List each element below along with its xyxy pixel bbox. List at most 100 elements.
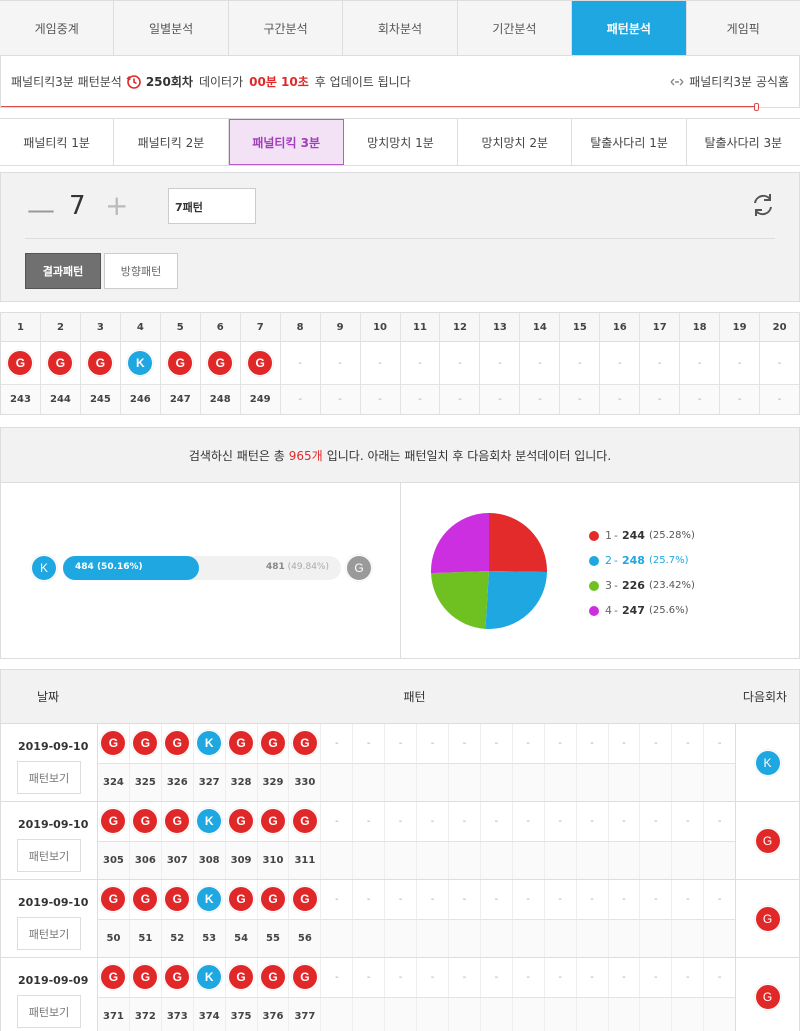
grid-header-row: 1 2 3 4 5 6 7 8 9 10 11 12 13 14 15 16 17 18 19 20 [1,313,799,342]
result-round-cell [609,997,641,1031]
summary-pre: 검색하신 패턴은 총 [188,448,285,463]
tab-daily-analysis[interactable]: 일별분석 [114,1,229,55]
round-number: 311 [294,854,316,866]
decrease-button[interactable]: — [27,193,55,226]
result-round-cell: 310 [258,841,290,879]
tab-pattern-analysis[interactable]: 패턴분석 [572,1,687,55]
result-ball-cell: G [162,802,194,841]
grid-ball-cell: G [161,342,201,384]
round-number: 374 [198,1010,220,1022]
summary-post: 입니다. 아래는 패턴일치 후 다음회차 분석데이터 입니다. [326,448,612,463]
result-round-row: 324 325 326 327 328 329 330 [98,762,735,802]
grid-round-cell: - [720,385,761,414]
tab-game-live[interactable]: 게임중계 [0,1,115,55]
result-ball-cell: - [449,802,481,841]
result-ball-cell: - [385,724,418,763]
result-ball-cell: G [162,880,194,919]
result-date: 2019-09-10 [18,740,89,753]
result-ball-cell: - [417,880,449,919]
result-round-cell [321,763,354,801]
result-ball-cell: - [417,724,449,763]
tab-period-analysis[interactable]: 기간분석 [457,1,573,55]
view-pattern-button[interactable]: 패턴보기 [17,761,81,794]
grid-ball-cell: - [361,342,401,384]
result-ball-cell: - [321,880,354,919]
refresh-icon[interactable] [749,191,777,219]
tab-section-analysis[interactable]: 구간분석 [228,1,344,55]
official-site-link[interactable]: 패널티킥3분 공식홈 [669,73,789,90]
result-ball-cell: G [226,958,258,997]
header-pattern: 패턴 [403,690,426,704]
empty-dash: - [398,815,403,827]
header-next: 다음회차 [742,690,788,704]
view-pattern-button[interactable]: 패턴보기 [17,839,81,872]
subtab-penalty-3[interactable]: 패널티킥 3분 [228,119,344,165]
result-ball-cell: G [98,958,130,997]
result-round-cell: 52 [162,919,194,957]
next-g-ball: G [754,983,781,1010]
increase-button[interactable]: + [105,189,128,222]
round-number: 329 [262,776,284,788]
summary-count: 965개 [288,448,323,463]
grid-header-cell: 10 [361,313,401,341]
grid-ball-cell: - [760,342,799,384]
pattern-select[interactable]: 7패턴 [168,188,256,224]
k-ball: K [127,350,154,376]
round-number: 327 [198,776,220,788]
subtab-hammer-2[interactable]: 망치망치 2분 [458,119,573,165]
subtab-penalty-2[interactable]: 패널티킥 2분 [114,119,229,165]
kg-ratio-bar: 484 (50.16%) 481 (49.84%) [63,556,341,580]
result-round-cell [640,997,673,1031]
result-pattern-button[interactable]: 결과패턴 [25,253,101,289]
result-round-cell [513,919,545,957]
next-round-stats: K 484 (50.16%) 481 (49.84%) G 1 - 244 (25… [0,483,800,659]
result-ball-cell: - [545,880,577,919]
result-round-cell [672,997,705,1031]
clock-icon [126,74,141,89]
round-number: 324 [103,776,124,788]
result-round-cell [481,997,513,1031]
g-ball: G [132,964,159,991]
round-number: 247 [169,394,191,405]
k-ball: K [196,730,223,757]
empty-dash: - [685,737,690,749]
result-round-cell [321,841,354,879]
empty-dash: - [737,357,742,369]
grid-round-cell: - [480,385,521,414]
result-ball-cell: - [545,802,577,841]
empty-dash: - [398,737,403,749]
subtab-penalty-1[interactable]: 패널티킥 1분 [0,119,115,165]
k-ball-icon: K [31,555,57,581]
main-tabs: 게임중계 일별분석 구간분석 회차분석 기간분석 패턴분석 게임픽 [0,0,800,56]
empty-dash: - [494,893,499,905]
grid-ball-cell: G [41,342,81,384]
grid-ball-cell: - [401,342,441,384]
subtab-hammer-1[interactable]: 망치망치 1분 [344,119,459,165]
result-round-cell [704,764,735,802]
result-round-cell: 50 [98,919,130,957]
empty-dash: - [590,737,594,749]
round-number: 245 [89,394,111,405]
g-ball: G [132,886,159,913]
empty-dash: - [494,971,499,983]
grid-round-cell: - [520,385,561,414]
view-pattern-button[interactable]: 패턴보기 [17,917,81,950]
round-number: 51 [138,932,153,944]
result-ball-cell: G [289,880,322,919]
legend-category: 2 [605,554,612,567]
round-number: 326 [166,776,188,788]
view-pattern-button[interactable]: 패턴보기 [17,995,81,1028]
legend-dot [589,530,599,541]
tab-game-pick[interactable]: 게임픽 [686,1,800,55]
direction-pattern-button[interactable]: 방향패턴 [104,253,178,289]
result-ball-cell: - [417,802,449,841]
g-ball: G [259,730,286,757]
result-ball-row: GGGKGGG------------- [98,880,735,919]
subtab-ladder-1[interactable]: 탈출사다리 1분 [572,119,687,165]
result-round-cell [481,763,513,801]
empty-dash: - [697,357,702,369]
grid-header-cell: 6 [201,313,241,341]
tab-round-analysis[interactable]: 회차분석 [343,1,458,55]
subtab-ladder-3[interactable]: 탈출사다리 3분 [687,119,800,165]
legend-separator: - [614,604,618,617]
